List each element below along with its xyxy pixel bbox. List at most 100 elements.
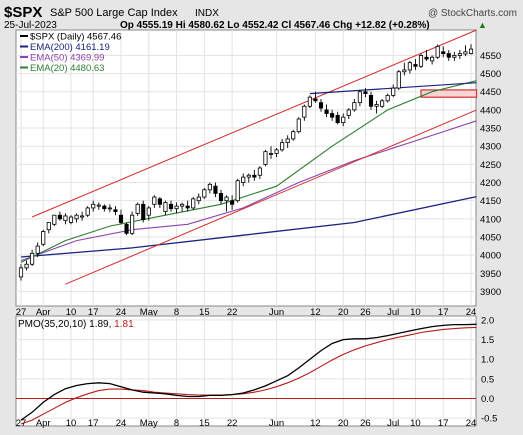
candle-body: [252, 174, 257, 178]
candle-body: [380, 100, 385, 107]
symbol: $SPX: [4, 4, 42, 21]
legend-entry: EMA(50) 4369.99: [30, 53, 104, 64]
legend-entry: EMA(20) 4480.63: [30, 63, 104, 74]
candle-body: [435, 45, 440, 58]
candle-body: [280, 142, 285, 151]
candle-body: [74, 214, 79, 220]
resistance-box: [420, 89, 478, 98]
ohlc-values: Op 4555.19 Hi 4580.62 Lo 4552.42 Cl 4567…: [120, 20, 430, 31]
pmo-tick-label: 0.5: [481, 374, 494, 385]
candle-body: [352, 102, 357, 111]
pmo-signal-value: 1.81: [114, 319, 134, 330]
pmo-date-tick-label: Jul: [387, 418, 399, 429]
candle-body: [424, 56, 429, 60]
candle-body: [30, 252, 35, 265]
candle-body: [130, 214, 135, 234]
candle-body: [135, 203, 140, 214]
pmo-axis: -0.5 0.0 0.5 1.0 1.5 2.0: [481, 315, 497, 424]
candle-body: [68, 216, 74, 223]
legend-entry: EMA(200) 4161.19: [30, 42, 110, 53]
legend-entry: $SPX (Daily) 4567.46: [30, 32, 121, 43]
candle-body: [330, 113, 335, 118]
watermark: @ StockCharts.com: [428, 8, 517, 19]
change-up-icon: ▲: [478, 20, 487, 30]
candle-body: [57, 214, 62, 220]
pmo-date-tick-label: 17: [88, 418, 99, 429]
candle-body: [191, 198, 196, 209]
candle-body: [396, 71, 401, 89]
candle-body: [374, 104, 379, 107]
pmo-date-tick-label: 20: [338, 418, 349, 429]
candle-body: [407, 62, 412, 71]
candle-body: [163, 202, 168, 212]
price-tick-label: 4400: [480, 105, 501, 116]
candle-body: [141, 203, 146, 220]
candle-body: [263, 151, 268, 165]
candle-body: [24, 263, 29, 269]
candle-body: [391, 87, 396, 96]
candle-body: [241, 176, 246, 183]
candle-body: [463, 51, 468, 55]
price-tick-label: 4450: [480, 87, 501, 98]
candle-body: [213, 185, 218, 194]
price-tick-label: 4350: [480, 124, 501, 135]
candle-body: [307, 96, 312, 107]
candle-body: [457, 53, 462, 56]
pmo-tick-label: 2.0: [481, 315, 494, 326]
stock-chart: $SPX S&P 500 Large Cap Index INDX @ Stoc…: [0, 0, 523, 430]
candle-body: [107, 207, 112, 210]
candle-body: [285, 138, 290, 143]
candle-body: [430, 56, 435, 62]
candle-body: [313, 98, 318, 102]
candle-body: [318, 102, 324, 109]
pmo-label-value: PMO(35,20,10) 1.89,: [18, 319, 114, 330]
candle-body: [341, 116, 346, 124]
candle-body: [302, 105, 307, 118]
candle-body: [96, 204, 101, 207]
pmo-date-tick-label: Jun: [269, 418, 284, 429]
candle-body: [363, 91, 368, 94]
candle-body: [368, 94, 374, 107]
candle-body: [441, 51, 446, 55]
candle-body: [418, 55, 424, 67]
price-tick-label: 4250: [480, 160, 501, 171]
price-tick-label: 4100: [480, 214, 501, 225]
candle-body: [63, 215, 68, 222]
pmo-tick-label: 1.5: [481, 335, 494, 346]
exchange: INDX: [195, 8, 219, 19]
chart-date: 25-Jul-2023: [4, 20, 57, 31]
candle-body: [296, 118, 301, 133]
price-tick-label: 4150: [480, 196, 501, 207]
pmo-date-tick-label: 10: [410, 418, 421, 429]
candle-body: [413, 64, 418, 67]
candle-body: [324, 109, 329, 114]
pmo-date-tick-label: 12: [310, 418, 321, 429]
pmo-date-tick-label: 27: [16, 418, 27, 429]
candle-body: [246, 174, 251, 178]
candle-body: [18, 267, 24, 278]
candle-body: [180, 203, 185, 207]
candle-body: [224, 196, 229, 202]
pmo-date-tick-label: 24: [116, 418, 127, 429]
candle-body: [291, 131, 296, 140]
candle-body: [168, 203, 174, 210]
pmo-date-tick-label: Apr: [36, 418, 51, 429]
candle-body: [274, 149, 279, 154]
candle-body: [202, 189, 207, 198]
candle-body: [357, 91, 362, 104]
candle-body: [46, 222, 51, 231]
candle-body: [268, 153, 274, 155]
candle-body: [52, 214, 57, 225]
pmo-date-tick-label: 22: [227, 418, 238, 429]
candle-body: [207, 183, 212, 191]
price-tick-label: 3900: [480, 287, 501, 298]
candle-body: [185, 205, 190, 209]
price-tick-label: 4500: [480, 69, 501, 80]
candle-body: [113, 209, 118, 212]
candle-body: [235, 180, 240, 202]
pmo-tick-label: 0.0: [481, 394, 494, 405]
pmo-date-tick-label: 10: [66, 418, 77, 429]
pmo-date-tick-label: 17: [438, 418, 449, 429]
pmo-tick-label: 1.0: [481, 355, 494, 366]
pmo-label: PMO(35,20,10) 1.89, 1.81: [18, 319, 134, 330]
